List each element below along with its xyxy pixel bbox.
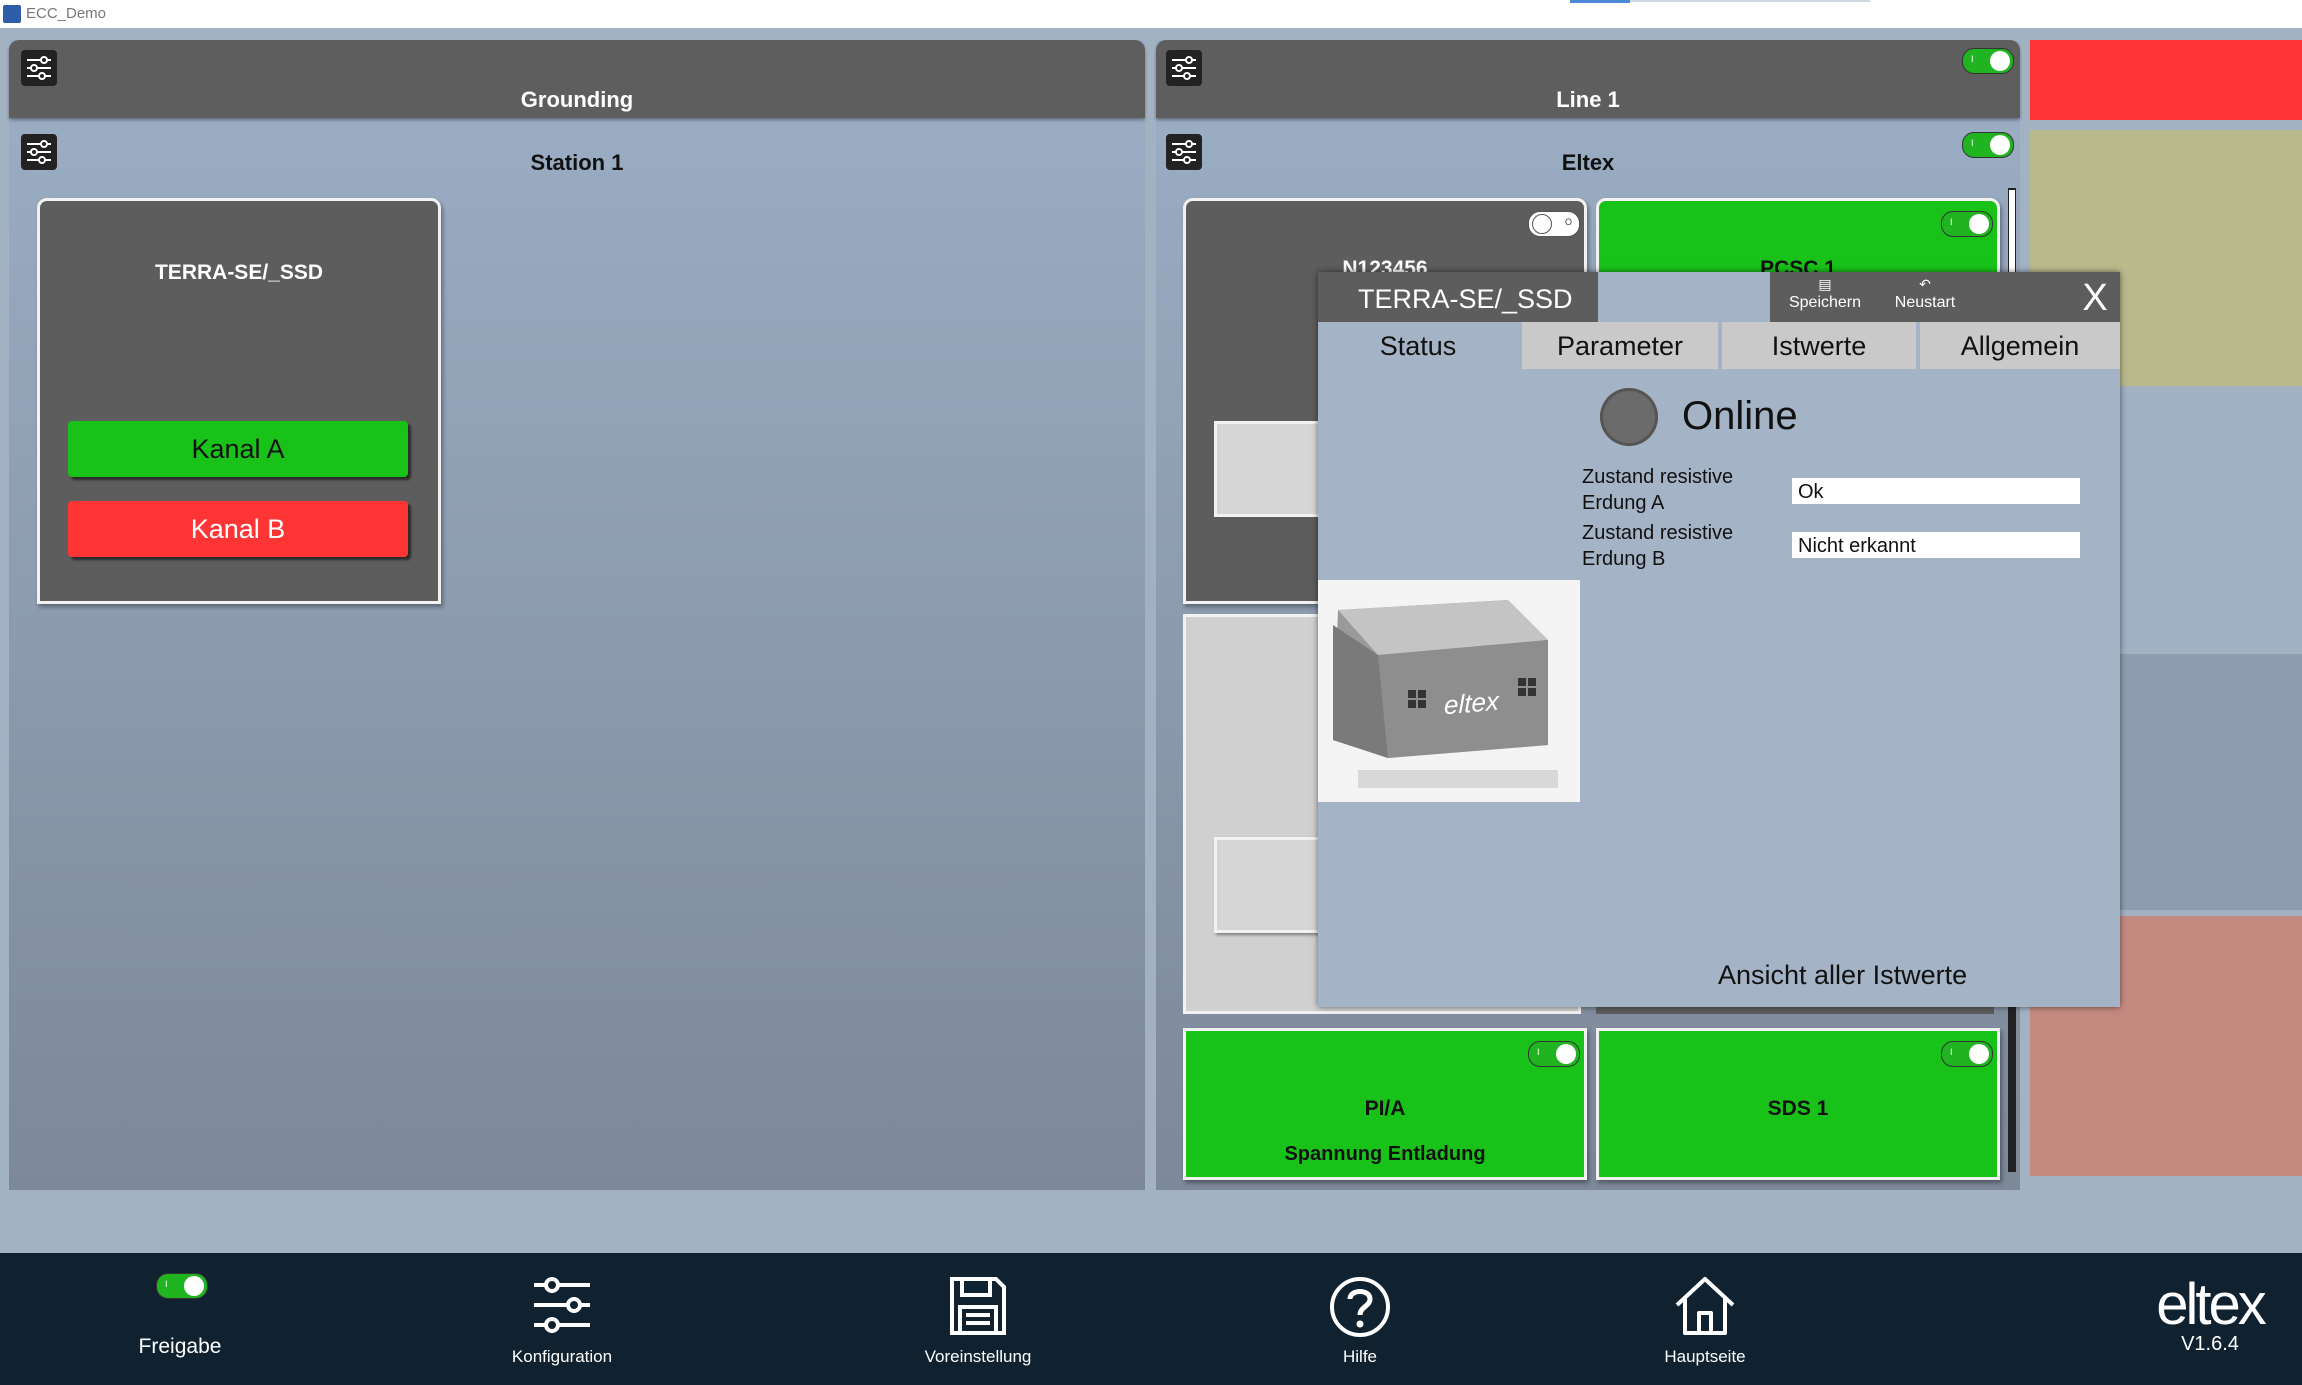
close-button[interactable]: X [2070,272,2120,322]
preset-label: Voreinstellung [924,1347,1032,1366]
field-label-a: Zustand resistive Erdung A [1582,466,1734,514]
product-brand-label: eltex [1444,685,1499,721]
device-card-sds1[interactable]: SDS 1 I [1596,1028,2000,1180]
card-toggle[interactable]: I [1528,1041,1580,1067]
grounding-header: Grounding [9,40,1145,118]
status-text: Online [1682,394,1798,438]
card-subtitle: Spannung Entladung [1284,1143,1486,1165]
device-card-pia[interactable]: PI/A Spannung Entladung I [1183,1028,1587,1180]
eltex-title: Eltex [1561,150,1615,175]
floppy-disk-icon [950,1277,1006,1335]
version-label: V1.6.4 [2181,1333,2239,1355]
tab-allgemein[interactable]: Allgemein [1920,322,2120,369]
view-all-values-link[interactable]: Ansicht aller Istwerte [1718,960,1967,991]
house-icon [1675,1277,1735,1335]
line1-header: Line 1 I [1156,40,2020,118]
help-nav-item[interactable]: Hilfe [1280,1275,1440,1375]
card-toggle[interactable]: O [1528,211,1580,237]
field-label-b: Zustand resistive Erdung B [1582,522,1734,570]
release-nav-item[interactable]: I Freigabe [100,1273,260,1373]
release-toggle[interactable]: I [156,1273,208,1299]
app-icon [3,5,21,23]
card-toggle[interactable]: I [1941,211,1993,237]
device-card-terra[interactable]: TERRA-SE/_SSD Kanal A Kanal B [37,198,441,604]
grounding-settings-icon[interactable] [21,50,57,86]
config-label: Konfiguration [511,1347,613,1366]
restart-label: Neustart [1894,294,1956,311]
home-nav-item[interactable]: Hauptseite [1625,1275,1785,1375]
home-label: Hauptseite [1664,1347,1746,1366]
scrollbar-thumb[interactable] [2009,190,2015,280]
bottom-nav-bar: I Freigabe Konfiguration Voreinstellung [0,1253,2302,1385]
card-title: PI/A [1364,1097,1406,1120]
device-card-title: TERRA-SE/_SSD [154,261,324,284]
dialog-actions: ▤ Speichern ↶ Neustart [1770,272,2070,322]
title-accent [1570,0,1630,3]
status-tile-red[interactable] [2030,40,2302,120]
line1-settings-icon[interactable] [1166,50,1202,86]
station-title: Station 1 [530,150,624,175]
sliders-icon [534,1277,590,1333]
save-button[interactable]: ▤ Speichern [1780,272,1870,312]
line1-toggle[interactable]: I [1962,48,2014,74]
dialog-device-name: TERRA-SE/_SSD [1318,272,1598,322]
question-circle-icon [1330,1277,1390,1337]
tab-status[interactable]: Status [1318,322,1518,369]
title-accent-line [1630,0,1870,2]
field-value-b: Nicht erkannt [1792,532,2080,558]
save-label: Speichern [1788,294,1862,311]
restart-button[interactable]: ↶ Neustart [1880,272,1970,312]
eltex-toggle[interactable]: I [1962,132,2014,158]
card-toggle[interactable]: I [1941,1041,1993,1067]
card-title: SDS 1 [1767,1097,1829,1120]
tab-parameter[interactable]: Parameter [1522,322,1718,369]
window-title-bar: ECC_Demo [0,0,2302,28]
floppy-disk-icon: ▤ [1818,276,1832,292]
field-value-a: Ok [1792,478,2080,504]
tab-istwerte[interactable]: Istwerte [1722,322,1916,369]
channel-a-button[interactable]: Kanal A [68,421,408,477]
preset-nav-item[interactable]: Voreinstellung [898,1275,1058,1375]
release-label: Freigabe [138,1335,222,1358]
undo-icon: ↶ [1919,276,1931,292]
channel-b-button[interactable]: Kanal B [68,501,408,557]
brand-logo: eltex [2156,1272,2267,1337]
grounding-title: Grounding [520,87,634,112]
config-nav-item[interactable]: Konfiguration [482,1275,642,1375]
window-title: ECC_Demo [26,5,107,22]
product-image: eltex [1318,580,1580,802]
help-label: Hilfe [1342,1347,1377,1366]
status-indicator-lamp [1600,388,1658,446]
device-detail-dialog: TERRA-SE/_SSD ▤ Speichern ↶ Neustart X S… [1318,272,2120,1007]
line1-title: Line 1 [1556,87,1620,112]
grounding-panel: Grounding Station 1 TERRA-SE/_SSD Kanal … [9,40,1145,1190]
